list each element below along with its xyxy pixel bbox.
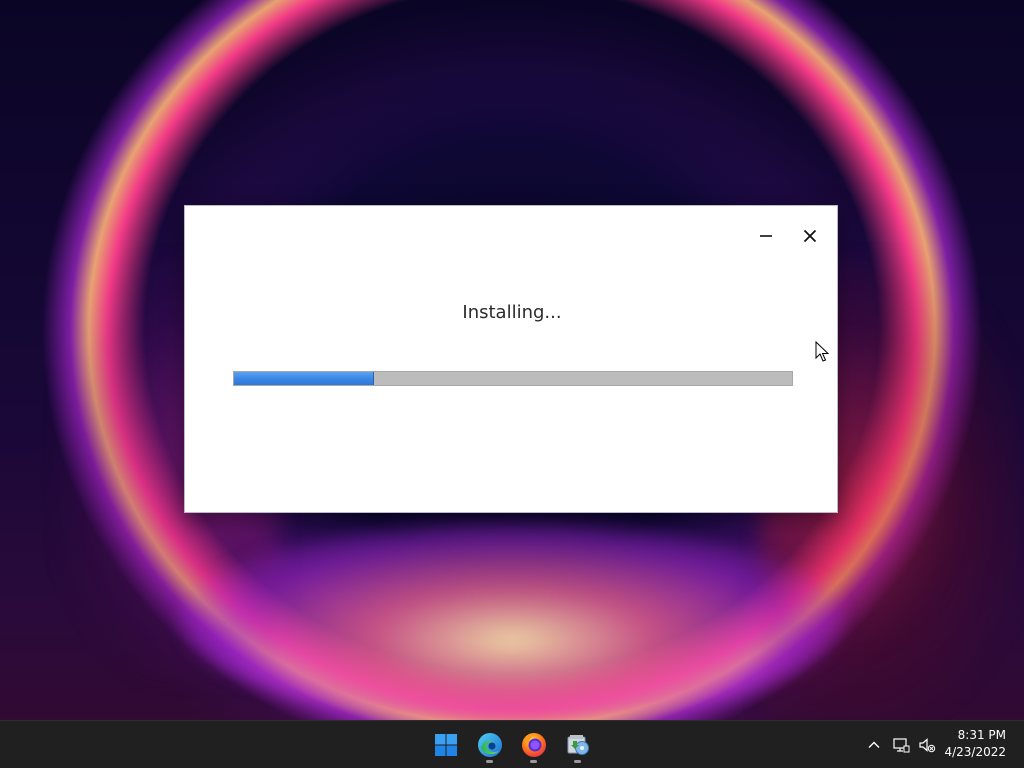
installer-taskbar-button[interactable] <box>559 727 597 763</box>
close-button[interactable] <box>794 220 826 252</box>
taskbar: 8:31 PM 4/23/2022 <box>0 720 1024 768</box>
volume-button[interactable] <box>917 735 937 755</box>
firefox-taskbar-button[interactable] <box>515 727 553 763</box>
mouse-cursor-icon <box>815 341 830 362</box>
installer-window: Installing... <box>184 205 838 513</box>
windows-logo-icon <box>435 734 457 756</box>
start-button[interactable] <box>427 727 465 763</box>
chevron-up-icon <box>868 741 880 748</box>
wallpaper-glow-bottom <box>180 520 844 720</box>
installing-status-text: Installing... <box>462 302 562 323</box>
show-hidden-icons-button[interactable] <box>864 735 884 755</box>
running-indicator <box>530 760 537 763</box>
running-indicator <box>574 760 581 763</box>
firefox-icon <box>522 733 546 757</box>
edge-icon <box>478 733 502 757</box>
clock-date: 4/23/2022 <box>944 745 1006 759</box>
minimize-button[interactable] <box>750 220 782 252</box>
network-button[interactable] <box>891 735 911 755</box>
clock-time: 8:31 PM <box>957 728 1006 742</box>
install-progress-fill <box>234 372 374 385</box>
close-icon <box>803 229 817 243</box>
taskbar-clock[interactable]: 8:31 PM 4/23/2022 <box>940 727 1014 763</box>
volume-muted-icon <box>919 738 936 753</box>
edge-taskbar-button[interactable] <box>471 727 509 763</box>
running-indicator <box>486 760 493 763</box>
desktop-wallpaper: Installing... <box>0 0 1024 768</box>
installer-icon <box>567 735 589 755</box>
network-icon <box>893 738 910 753</box>
install-progress-bar <box>233 371 793 386</box>
minimize-icon <box>760 235 772 237</box>
